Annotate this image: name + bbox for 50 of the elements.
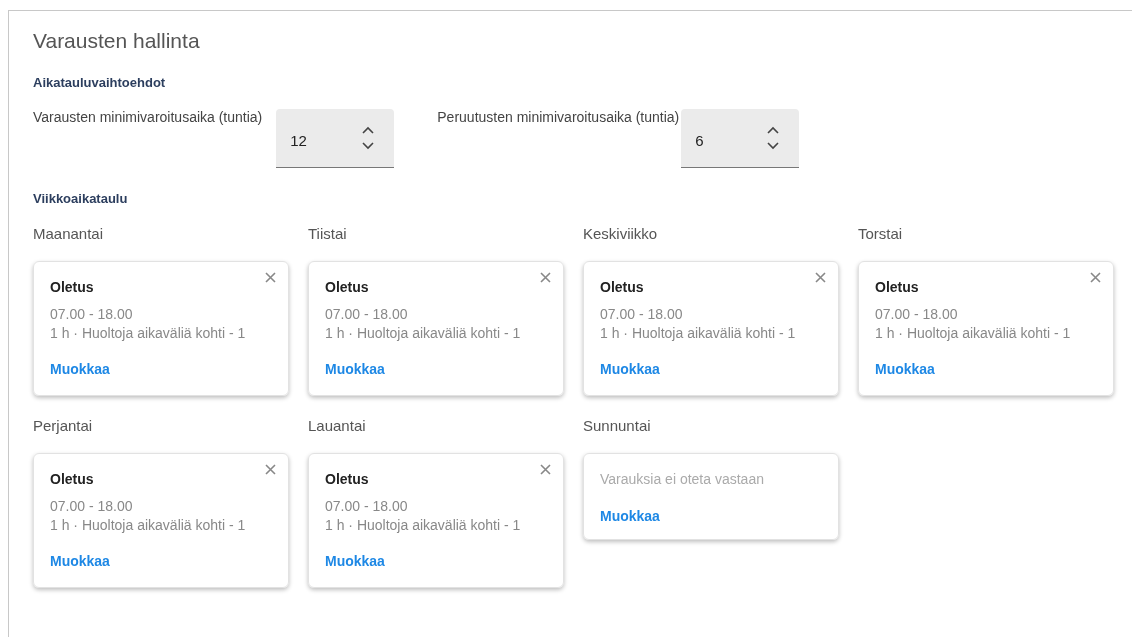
day-label: Sunnuntai xyxy=(583,417,652,434)
field-label: Varausten minimivaroitusaika (tuntia) xyxy=(33,109,263,125)
field-label: Peruutusten minimivaroitusaika (tuntia) xyxy=(437,109,680,125)
close-icon[interactable] xyxy=(540,464,551,475)
slot-details: 1 h · Huoltoja aikaväliä kohti - 1 xyxy=(600,324,797,343)
slot-name: Oletus xyxy=(600,279,645,295)
slot-name: Oletus xyxy=(50,279,95,295)
edit-link[interactable]: Muokkaa xyxy=(325,553,385,569)
day-label: Keskiviikko xyxy=(583,225,659,242)
close-icon[interactable] xyxy=(1090,272,1101,283)
time-range: 07.00 - 18.00 xyxy=(325,305,409,324)
section-heading: Viikkoaikataulu xyxy=(33,191,129,206)
time-range: 07.00 - 18.00 xyxy=(50,305,134,324)
day-label: Torstai xyxy=(858,225,904,242)
edit-link[interactable]: Muokkaa xyxy=(50,361,110,377)
section-heading: Aikatauluvaihtoehdot xyxy=(33,75,167,90)
decrement-icon[interactable] xyxy=(362,142,375,150)
day-label: Tiistai xyxy=(308,225,348,242)
closed-message: Varauksia ei oteta vastaan xyxy=(600,471,765,487)
increment-icon[interactable] xyxy=(767,126,780,134)
number-field[interactable]: 12 xyxy=(276,109,395,168)
time-range: 07.00 - 18.00 xyxy=(325,497,409,516)
close-icon[interactable] xyxy=(265,272,276,283)
edit-link[interactable]: Muokkaa xyxy=(325,361,385,377)
slot-details: 1 h · Huoltoja aikaväliä kohti - 1 xyxy=(50,516,247,535)
slot-name: Oletus xyxy=(325,279,370,295)
close-icon[interactable] xyxy=(815,272,826,283)
close-icon[interactable] xyxy=(265,464,276,475)
slot-details: 1 h · Huoltoja aikaväliä kohti - 1 xyxy=(325,324,522,343)
close-icon[interactable] xyxy=(540,272,551,283)
slot-name: Oletus xyxy=(325,471,370,487)
edit-link[interactable]: Muokkaa xyxy=(50,553,110,569)
time-range: 07.00 - 18.00 xyxy=(50,497,134,516)
increment-icon[interactable] xyxy=(362,126,375,134)
day-label: Lauantai xyxy=(308,417,367,434)
edit-link[interactable]: Muokkaa xyxy=(875,361,935,377)
day-label: Maanantai xyxy=(33,225,105,242)
time-range: 07.00 - 18.00 xyxy=(600,305,684,324)
slot-name: Oletus xyxy=(50,471,95,487)
edit-link[interactable]: Muokkaa xyxy=(600,361,660,377)
page-title: Varausten hallinta xyxy=(33,29,201,53)
time-range: 07.00 - 18.00 xyxy=(875,305,959,324)
slot-name: Oletus xyxy=(875,279,920,295)
day-label: Perjantai xyxy=(33,417,94,434)
slot-details: 1 h · Huoltoja aikaväliä kohti - 1 xyxy=(50,324,247,343)
edit-link[interactable]: Muokkaa xyxy=(600,508,660,524)
decrement-icon[interactable] xyxy=(767,142,780,150)
number-field[interactable]: 6 xyxy=(681,109,800,168)
slot-details: 1 h · Huoltoja aikaväliä kohti - 1 xyxy=(875,324,1072,343)
slot-details: 1 h · Huoltoja aikaväliä kohti - 1 xyxy=(325,516,522,535)
